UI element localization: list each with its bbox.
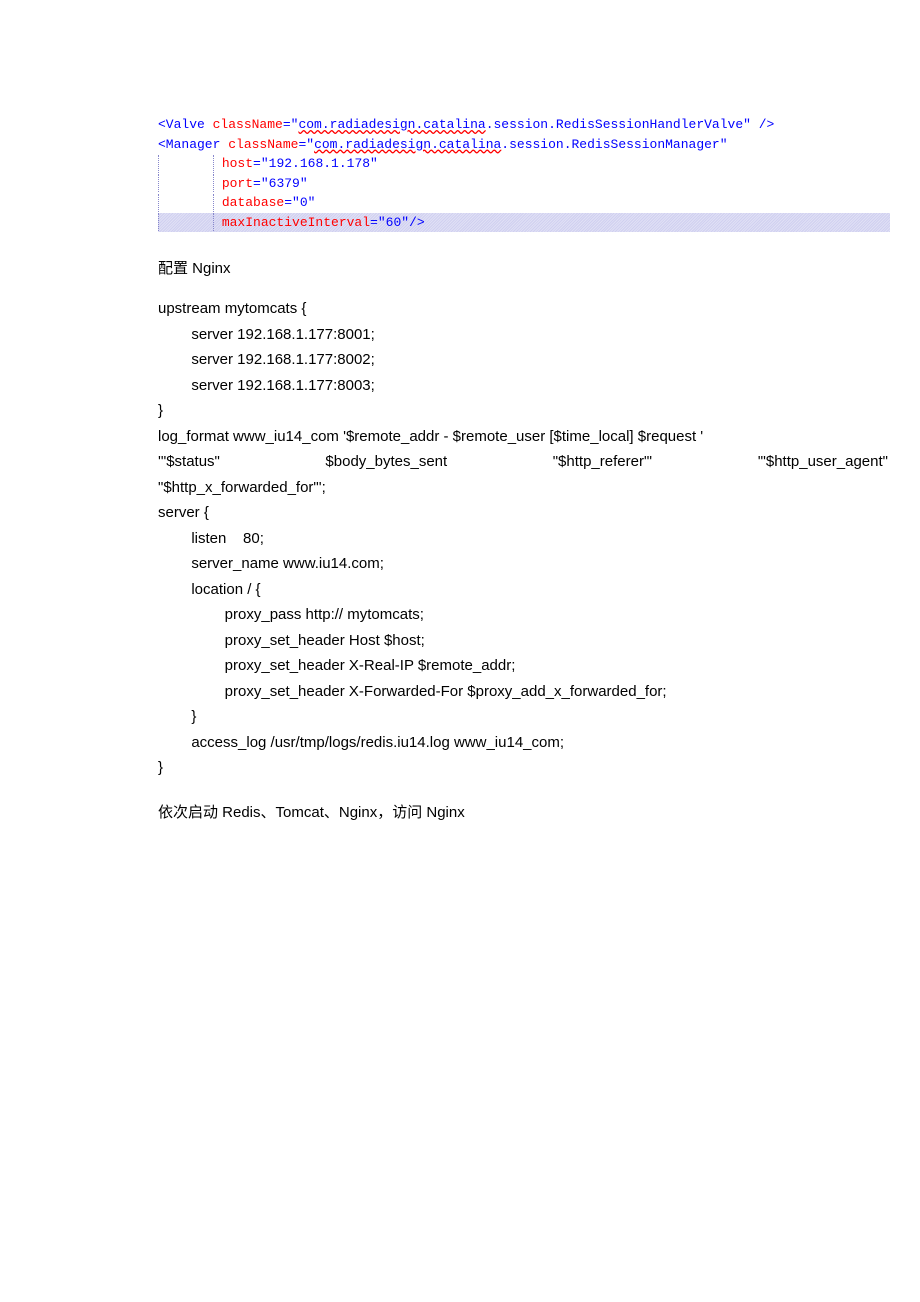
end-instruction: 依次启动 Redis、Tomcat、Nginx，访问 Nginx (158, 801, 890, 822)
nginx-line: } (158, 398, 890, 424)
nginx-line: server_name www.iu14.com; (158, 551, 890, 577)
xml-line-3: host="192.168.1.178" (158, 156, 378, 171)
xml-line-1: <Valve className="com.radiadesign.catali… (158, 117, 774, 132)
nginx-line: server { (158, 500, 890, 526)
xml-line-5: database="0" (158, 195, 315, 210)
nginx-line: listen 80; (158, 526, 890, 552)
nginx-line: upstream mytomcats { (158, 296, 890, 322)
nginx-line-justified: '"$status" $body_bytes_sent "$http_refer… (158, 449, 888, 475)
nginx-line: proxy_set_header X-Real-IP $remote_addr; (158, 653, 890, 679)
nginx-heading: 配置 Nginx (158, 257, 890, 278)
nginx-config-block: upstream mytomcats { server 192.168.1.17… (158, 296, 890, 781)
nginx-line: server 192.168.1.177:8001; (158, 322, 890, 348)
xml-line-2: <Manager className="com.radiadesign.cata… (158, 137, 728, 152)
nginx-line: } (158, 755, 890, 781)
nginx-line: } (158, 704, 890, 730)
nginx-line: "$http_x_forwarded_for"'; (158, 475, 890, 501)
nginx-line: access_log /usr/tmp/logs/redis.iu14.log … (158, 730, 890, 756)
nginx-line: proxy_set_header X-Forwarded-For $proxy_… (158, 679, 890, 705)
xml-code-block: <Valve className="com.radiadesign.catali… (158, 115, 890, 232)
nginx-line: proxy_pass http:// mytomcats; (158, 602, 890, 628)
xml-line-6-highlighted: maxInactiveInterval="60"/> (158, 213, 890, 233)
xml-line-4: port="6379" (158, 176, 308, 191)
nginx-line: proxy_set_header Host $host; (158, 628, 890, 654)
nginx-line: log_format www_iu14_com '$remote_addr - … (158, 424, 890, 450)
nginx-line: server 192.168.1.177:8003; (158, 373, 890, 399)
nginx-line: location / { (158, 577, 890, 603)
nginx-line: server 192.168.1.177:8002; (158, 347, 890, 373)
